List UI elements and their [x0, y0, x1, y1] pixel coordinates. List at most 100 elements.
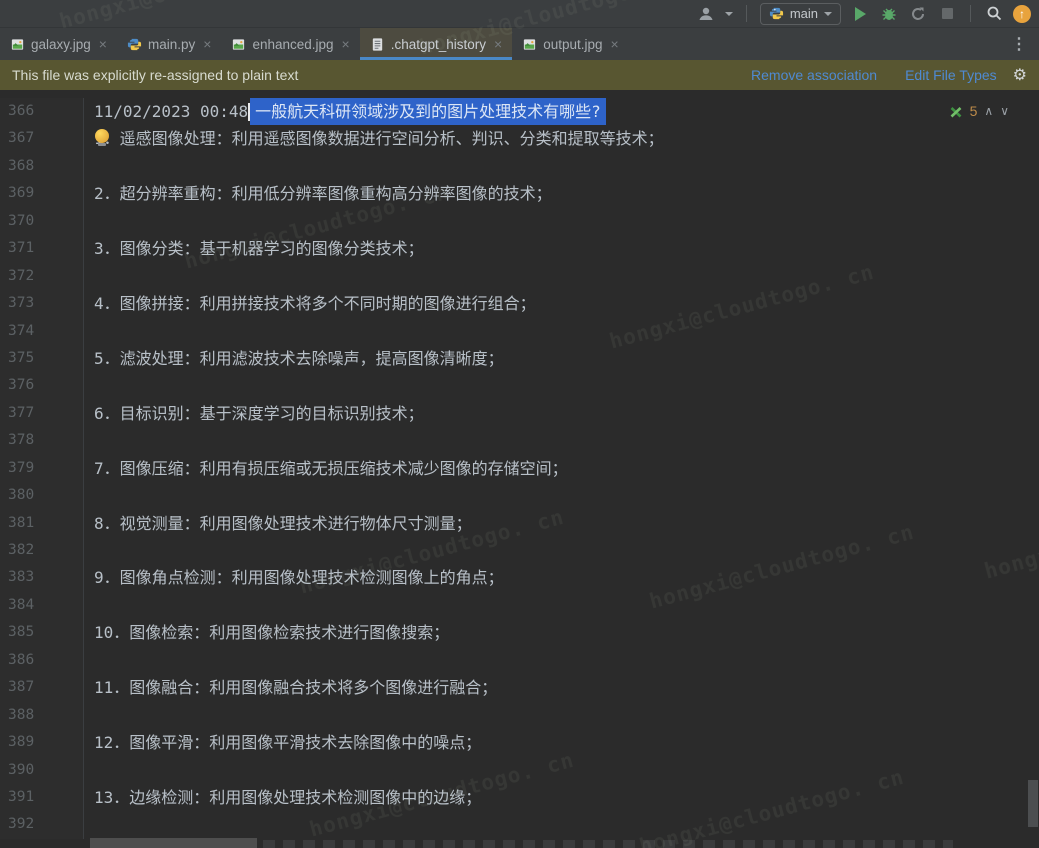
editor-line[interactable]: 370: [0, 208, 1039, 235]
run-icon[interactable]: [850, 4, 870, 24]
editor-line[interactable]: 38510．图像检索：利用图像检索技术进行图像搜索；: [0, 619, 1039, 646]
tab-chatgpt_history[interactable]: .chatgpt_history ×: [360, 28, 513, 60]
line-text: 11/02/2023 00:48一般航天科研领域涉及到的图片处理技术有哪些?: [84, 98, 606, 125]
editor-line[interactable]: 3713．图像分类：基于机器学习的图像分类技术；: [0, 235, 1039, 262]
match-check-icon: [949, 105, 963, 119]
close-icon[interactable]: ×: [203, 36, 211, 52]
line-text: 2．超分辨率重构：利用低分辨率图像重构高分辨率图像的技术；: [84, 180, 552, 207]
chevron-up-icon[interactable]: ∧: [984, 98, 993, 125]
line-text: 6．目标识别：基于深度学习的目标识别技术；: [84, 400, 424, 427]
update-icon[interactable]: ↑: [1013, 5, 1031, 23]
line-text: 1．遥感图像处理：利用遥感图像数据进行空间分析、判识、分类和提取等技术；: [84, 125, 664, 152]
editor-line[interactable]: 368: [0, 153, 1039, 180]
tab-label: enhanced.jpg: [252, 37, 333, 52]
editor-line[interactable]: 3818．视觉测量：利用图像处理技术进行物体尺寸测量；: [0, 510, 1039, 537]
line-text: [84, 427, 94, 454]
line-number: 369: [0, 180, 84, 207]
vertical-scrollbar[interactable]: [1028, 780, 1038, 827]
line-text: [84, 318, 94, 345]
python-icon: [769, 6, 784, 21]
editor-line[interactable]: 384: [0, 592, 1039, 619]
debug-icon[interactable]: [879, 4, 899, 24]
line-number: 387: [0, 674, 84, 701]
chevron-down-icon[interactable]: [725, 12, 733, 16]
line-number: 371: [0, 235, 84, 262]
editor-line[interactable]: 376: [0, 372, 1039, 399]
close-icon[interactable]: ×: [494, 36, 502, 52]
text-file-icon: [370, 37, 385, 52]
line-text: 5．滤波处理：利用滤波技术去除噪声，提高图像清晰度；: [84, 345, 504, 372]
stop-icon[interactable]: [937, 4, 957, 24]
line-text: 4．图像拼接：利用拼接技术将多个不同时期的图像进行组合；: [84, 290, 536, 317]
line-text: [84, 482, 94, 509]
line-text: [84, 208, 94, 235]
line-text: [84, 757, 94, 784]
editor-line[interactable]: 39113．边缘检测：利用图像处理技术检测图像中的边缘；: [0, 784, 1039, 811]
editor-line[interactable]: 392: [0, 811, 1039, 838]
editor-line[interactable]: 388: [0, 702, 1039, 729]
remove-association-link[interactable]: Remove association: [751, 67, 877, 83]
tab-enhanced-jpg[interactable]: enhanced.jpg ×: [221, 28, 359, 60]
clipped-text: [263, 840, 953, 848]
editor-line[interactable]: 36611/02/2023 00:48一般航天科研领域涉及到的图片处理技术有哪些…: [0, 98, 1039, 125]
line-text: 3．图像分类：基于机器学习的图像分类技术；: [84, 235, 424, 262]
editor-pane[interactable]: 36611/02/2023 00:48一般航天科研领域涉及到的图片处理技术有哪些…: [0, 90, 1039, 848]
run-config-name: main: [790, 6, 818, 21]
run-configuration-selector[interactable]: main: [760, 3, 841, 25]
line-text: 11．图像融合：利用图像融合技术将多个图像进行融合；: [84, 674, 497, 701]
line-number: 366: [0, 98, 84, 125]
tab-main-py[interactable]: main.py×: [117, 28, 221, 60]
tab-galaxy-jpg[interactable]: galaxy.jpg×: [0, 28, 117, 60]
editor-line[interactable]: 374: [0, 318, 1039, 345]
line-number: 388: [0, 702, 84, 729]
editor-line[interactable]: 3671．遥感图像处理：利用遥感图像数据进行空间分析、判识、分类和提取等技术；: [0, 125, 1039, 152]
python-file-icon: [127, 37, 142, 52]
image-file-icon: [10, 37, 25, 52]
editor-line[interactable]: 3692．超分辨率重构：利用低分辨率图像重构高分辨率图像的技术；: [0, 180, 1039, 207]
partial-next-line: [0, 838, 1039, 848]
line-text: [84, 647, 94, 674]
editor-line[interactable]: 382: [0, 537, 1039, 564]
selected-question-text: 一般航天科研领域涉及到的图片处理技术有哪些?: [250, 98, 606, 125]
editor-line[interactable]: 380: [0, 482, 1039, 509]
tab-label: .chatgpt_history: [391, 37, 486, 52]
line-text: [84, 702, 94, 729]
line-number: 392: [0, 811, 84, 838]
editor-tab-bar: galaxy.jpg×main.py×enhanced.jpg×.chatgpt…: [0, 28, 1039, 60]
gear-icon[interactable]: ⚙: [1013, 65, 1027, 85]
editor-line[interactable]: 386: [0, 647, 1039, 674]
editor-line[interactable]: 3839．图像角点检测：利用图像处理技术检测图像上的角点；: [0, 564, 1039, 591]
tab-output-jpg[interactable]: output.jpg ×: [512, 28, 629, 60]
editor-line[interactable]: 3734．图像拼接：利用拼接技术将多个不同时期的图像进行组合；: [0, 290, 1039, 317]
line-number: 372: [0, 263, 84, 290]
line-text: [84, 263, 94, 290]
editor-line[interactable]: 3776．目标识别：基于深度学习的目标识别技术；: [0, 400, 1039, 427]
line-text: 7．图像压缩：利用有损压缩或无损压缩技术减少图像的存储空间；: [84, 455, 568, 482]
editor-line[interactable]: 3797．图像压缩：利用有损压缩或无损压缩技术减少图像的存储空间；: [0, 455, 1039, 482]
close-icon[interactable]: ×: [611, 36, 619, 52]
timestamp-text: 11/02/2023 00:48: [94, 98, 248, 125]
editor-line[interactable]: 372: [0, 263, 1039, 290]
editor-line[interactable]: 3755．滤波处理：利用滤波技术去除噪声，提高图像清晰度；: [0, 345, 1039, 372]
user-icon[interactable]: [696, 4, 716, 24]
line-text: [84, 372, 94, 399]
line-text: [84, 811, 94, 838]
line-number: 381: [0, 510, 84, 537]
line-text: 9．图像角点检测：利用图像处理技术检测图像上的角点；: [84, 564, 504, 591]
profiler-icon[interactable]: [908, 4, 928, 24]
line-number: 375: [0, 345, 84, 372]
editor-line[interactable]: 378: [0, 427, 1039, 454]
edit-file-types-link[interactable]: Edit File Types: [905, 67, 997, 83]
editor-line[interactable]: 38912．图像平滑：利用图像平滑技术去除图像中的噪点；: [0, 729, 1039, 756]
editor-line[interactable]: 390: [0, 757, 1039, 784]
occurrence-widget[interactable]: 5∧∨: [949, 98, 1009, 125]
editor-line[interactable]: 38711．图像融合：利用图像融合技术将多个图像进行融合；: [0, 674, 1039, 701]
close-icon[interactable]: ×: [342, 36, 350, 52]
close-icon[interactable]: ×: [99, 36, 107, 52]
search-icon[interactable]: [984, 4, 1004, 24]
occurrence-highlight: [90, 838, 257, 848]
chevron-down-icon[interactable]: ∨: [1000, 98, 1009, 125]
tab-label: output.jpg: [543, 37, 602, 52]
intention-bulb-icon[interactable]: [95, 129, 109, 143]
more-vertical-icon[interactable]: ⋮: [999, 28, 1039, 60]
